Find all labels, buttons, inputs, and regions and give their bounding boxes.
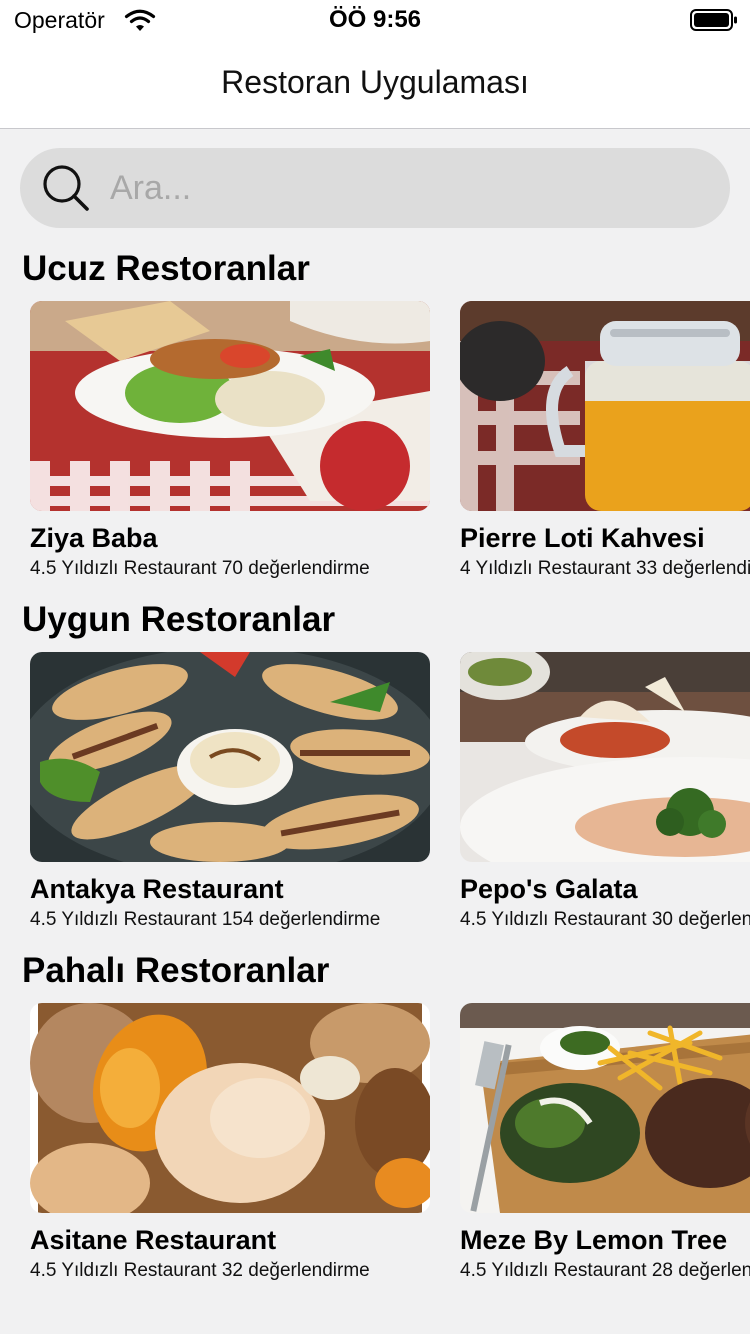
restaurant-row-affordable[interactable]: Antakya Restaurant 4.5 Yıldızlı Restaura… [0, 652, 750, 952]
restaurant-row-cheap[interactable]: Ziya Baba 4.5 Yıldızlı Restaurant 70 değ… [0, 301, 750, 601]
restaurant-card[interactable]: Pepo's Galata 4.5 Yıldızlı Restaurant 30… [460, 652, 750, 931]
restaurant-card[interactable]: Meze By Lemon Tree 4.5 Yıldızlı Restaura… [460, 1003, 750, 1282]
battery-icon [690, 9, 737, 31]
restaurant-name: Meze By Lemon Tree [460, 1225, 728, 1255]
juice-jar-photo[interactable] [460, 301, 750, 511]
restaurant-rating: 4.5 Yıldızlı Restaurant 154 değerlendirm… [30, 909, 381, 930]
restaurant-name: Ziya Baba [30, 523, 158, 553]
restaurant-name: Antakya Restaurant [30, 874, 284, 904]
steak-fries-photo[interactable] [460, 1003, 750, 1213]
section-title-cheap: Ucuz Restoranlar [22, 249, 310, 288]
restaurant-card[interactable]: Pierre Loti Kahvesi 4 Yıldızlı Restauran… [460, 301, 750, 580]
restaurant-rating: 4.5 Yıldızlı Restaurant 30 değerlendirme [460, 909, 750, 930]
restaurant-name: Pierre Loti Kahvesi [460, 523, 705, 553]
restaurant-card[interactable]: Antakya Restaurant 4.5 Yıldızlı Restaura… [30, 652, 430, 931]
search-input[interactable] [110, 162, 700, 214]
restaurant-name: Pepo's Galata [460, 874, 638, 904]
restaurant-rating: 4.5 Yıldızlı Restaurant 28 değerlendirme [460, 1260, 750, 1281]
restaurant-rating: 4.5 Yıldızlı Restaurant 32 değerlendirme [30, 1260, 370, 1281]
section-title-expensive: Pahalı Restoranlar [22, 951, 330, 990]
stew-dish-photo[interactable] [30, 1003, 430, 1213]
restaurant-rating: 4.5 Yıldızlı Restaurant 70 değerlendirme [30, 558, 370, 579]
pasta-plate-photo[interactable] [460, 652, 750, 862]
search-bar[interactable] [20, 148, 730, 228]
restaurant-card[interactable]: Asitane Restaurant 4.5 Yıldızlı Restaura… [30, 1003, 430, 1282]
page-title: Restoran Uygulaması [221, 64, 529, 100]
status-bar: Operatör ÖÖ 9:56 [0, 0, 750, 44]
restaurant-card[interactable]: Ziya Baba 4.5 Yıldızlı Restaurant 70 değ… [30, 301, 430, 580]
navigation-bar: Restoran Uygulaması [0, 44, 750, 129]
restaurant-row-expensive[interactable]: Asitane Restaurant 4.5 Yıldızlı Restaura… [0, 1003, 750, 1303]
section-title-affordable: Uygun Restoranlar [22, 600, 336, 639]
restaurant-name: Asitane Restaurant [30, 1225, 277, 1255]
pide-plate-photo[interactable] [30, 652, 430, 862]
search-icon [43, 165, 89, 211]
kebab-plate-photo[interactable] [30, 301, 430, 511]
restaurant-rating: 4 Yıldızlı Restaurant 33 değerlendirme [460, 558, 750, 579]
clock: ÖÖ 9:56 [328, 6, 422, 33]
